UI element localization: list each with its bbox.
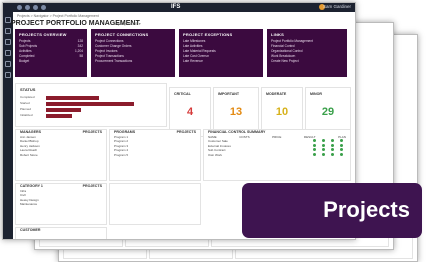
status-bar bbox=[46, 108, 82, 112]
banner-label: Projects bbox=[323, 197, 410, 222]
kpi-value: 29 bbox=[321, 106, 335, 118]
search-icon[interactable] bbox=[41, 5, 46, 10]
status-dot bbox=[313, 148, 316, 151]
status-panel: STATUS Completed Started Planned Initialize… bbox=[15, 83, 167, 127]
list-item[interactable]: Robert Stone bbox=[20, 153, 38, 158]
kpi-value: 4 bbox=[186, 106, 194, 118]
status-dot bbox=[322, 143, 325, 147]
project-exceptions-card[interactable]: PROJECT EXCEPTIONS Late Milestones Late … bbox=[179, 29, 263, 77]
status-bar bbox=[46, 114, 73, 118]
status-dot bbox=[340, 139, 343, 142]
status-bar-label: Initialized bbox=[20, 113, 33, 117]
projects-column-header: PROJECTS bbox=[82, 184, 102, 188]
kpi-label: MINOR bbox=[310, 92, 322, 96]
status-chart: Completed Started Planned Initialized bbox=[16, 95, 166, 119]
status-bar bbox=[46, 96, 99, 100]
category-side-panel bbox=[109, 183, 201, 225]
links-card[interactable]: LINKS Project Portfolio Management Finan… bbox=[267, 29, 347, 77]
kpi-label: CRITICAL bbox=[174, 92, 191, 96]
projects-banner: Projects bbox=[242, 183, 422, 238]
category-panel: CATEGORY 1 PROJECTS Infra Civil Heavy Des… bbox=[15, 183, 107, 225]
list-item[interactable]: Maintenance bbox=[20, 202, 37, 207]
kpi-value: 10 bbox=[275, 106, 289, 118]
status-dot bbox=[313, 139, 316, 142]
card-title: PROJECT EXCEPTIONS bbox=[183, 32, 233, 37]
status-dot bbox=[322, 152, 325, 156]
card-row-label: Budget bbox=[19, 59, 30, 63]
status-dot bbox=[322, 139, 325, 142]
menu-icon[interactable] bbox=[17, 5, 22, 10]
link-item[interactable]: Create New Project bbox=[271, 59, 299, 64]
status-dot bbox=[313, 143, 316, 147]
nav-icon-3[interactable] bbox=[5, 39, 11, 45]
status-bar-row[interactable]: Initialized bbox=[16, 113, 166, 119]
kpi-value: 13 bbox=[229, 106, 243, 118]
status-dot bbox=[340, 152, 343, 156]
kpi-label: IMPORTANT bbox=[218, 92, 240, 96]
user-name[interactable]: Sam Gardiner bbox=[323, 4, 351, 9]
sidebar bbox=[3, 12, 13, 239]
managers-panel: MANAGERS PROJECTS Ann Jansen Daniel Bisho… bbox=[15, 129, 107, 181]
projects-column-header: PROJECTS bbox=[176, 130, 196, 134]
status-dot bbox=[331, 139, 334, 142]
status-bar bbox=[46, 102, 134, 106]
status-dot bbox=[313, 152, 316, 156]
card-title: PROJECT CONNECTIONS bbox=[95, 32, 149, 37]
nav-icon-2[interactable] bbox=[5, 28, 11, 34]
status-dot bbox=[331, 148, 334, 151]
status-bar-label: Planned bbox=[20, 107, 32, 111]
financial-summary-panel: FINANCIAL CONTROL SUMMARY NAME COSTS PRI… bbox=[203, 129, 351, 181]
nav-icon-5[interactable] bbox=[5, 61, 11, 67]
table-row[interactable]: Own Work bbox=[208, 153, 222, 158]
status-dot bbox=[331, 152, 334, 156]
programs-panel: PROGRAMS PROJECTS Program 1 Program 2 Pro… bbox=[109, 129, 201, 181]
nav-icon-6[interactable] bbox=[5, 72, 11, 78]
status-dot bbox=[331, 143, 334, 147]
projects-overview-card[interactable]: PROJECTS OVERVIEW Projects 128 Sub Projec… bbox=[15, 29, 87, 77]
customer-panel: CUSTOMER bbox=[15, 227, 107, 239]
status-dot bbox=[340, 143, 343, 147]
card-row-label: Late Revenue bbox=[183, 59, 203, 63]
col-price: PRICE bbox=[272, 134, 282, 139]
projects-column-header: PROJECTS bbox=[82, 130, 102, 134]
breadcrumb[interactable]: Projects > Navigator > Project Portfolio… bbox=[17, 14, 99, 18]
kpi-label: MODERATE bbox=[266, 92, 287, 96]
card-title: PROJECTS OVERVIEW bbox=[19, 32, 67, 37]
card-row-value: 58 bbox=[79, 54, 83, 58]
col-costs: COSTS bbox=[239, 134, 250, 139]
brand-logo: IFS bbox=[171, 4, 181, 10]
card-row-label: Procurement Transactions bbox=[95, 59, 133, 63]
status-bar-label: Completed bbox=[20, 95, 35, 99]
back-icon[interactable] bbox=[33, 5, 38, 10]
company-selector[interactable]: Company: ACME ▾ bbox=[111, 22, 141, 26]
status-dot bbox=[340, 148, 343, 151]
customer-title: CUSTOMER bbox=[20, 228, 41, 232]
card-title: LINKS bbox=[271, 32, 284, 37]
status-dot bbox=[322, 148, 325, 151]
top-bar: IFS Sam Gardiner bbox=[3, 3, 355, 12]
home-icon[interactable] bbox=[25, 5, 30, 10]
project-connections-card[interactable]: PROJECT CONNECTIONS Project Connections … bbox=[91, 29, 175, 77]
status-title: STATUS bbox=[20, 87, 36, 92]
status-bar-label: Started bbox=[20, 101, 30, 105]
list-item[interactable]: Program 5 bbox=[114, 153, 128, 158]
nav-icon-4[interactable] bbox=[5, 50, 11, 56]
